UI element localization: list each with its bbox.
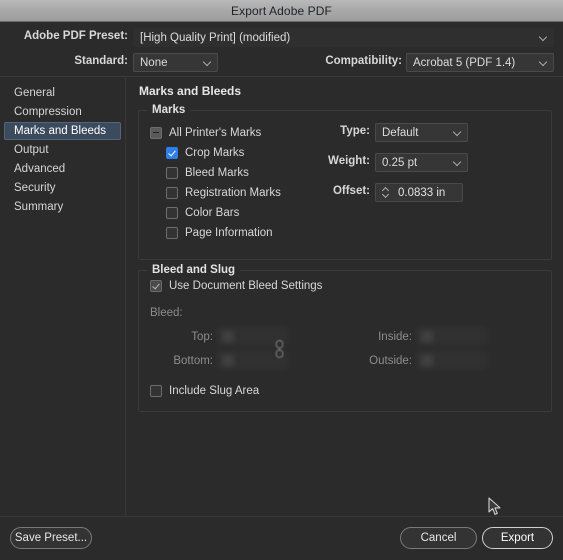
sidebar-item-advanced[interactable]: Advanced bbox=[4, 160, 121, 178]
bleed-inside-input[interactable] bbox=[417, 327, 487, 345]
marks-type-select[interactable]: Default bbox=[375, 123, 468, 142]
registration-marks-label: Registration Marks bbox=[185, 187, 281, 199]
chevron-down-icon bbox=[204, 58, 212, 66]
checkbox-checked-dim-icon bbox=[150, 280, 162, 292]
window-title: Export Adobe PDF bbox=[231, 4, 332, 18]
bleed-marks-checkbox[interactable]: Bleed Marks bbox=[166, 167, 249, 179]
chevron-down-icon bbox=[454, 158, 462, 166]
pane-title: Marks and Bleeds bbox=[139, 84, 241, 98]
weight-label: Weight: bbox=[311, 155, 370, 167]
checkbox-unchecked-icon bbox=[150, 385, 162, 397]
compatibility-row: Compatibility: bbox=[222, 55, 402, 67]
sidebar-item-compression[interactable]: Compression bbox=[4, 103, 121, 121]
checkbox-unchecked-icon bbox=[166, 207, 178, 219]
field-stub bbox=[222, 331, 234, 342]
include-slug-area-label: Include Slug Area bbox=[169, 385, 259, 397]
standard-value: None bbox=[140, 57, 168, 69]
field-stub bbox=[421, 331, 433, 342]
use-document-bleed-settings-label: Use Document Bleed Settings bbox=[169, 280, 322, 292]
crop-marks-label: Crop Marks bbox=[185, 147, 244, 159]
standard-row: Standard: bbox=[8, 55, 128, 67]
bleed-top-label: Top: bbox=[153, 331, 213, 343]
standard-label: Standard: bbox=[8, 55, 128, 67]
compatibility-value: Acrobat 5 (PDF 1.4) bbox=[413, 57, 515, 69]
checkbox-unchecked-icon bbox=[166, 167, 178, 179]
bleed-inside-label: Inside: bbox=[304, 331, 412, 343]
marks-type-value: Default bbox=[382, 127, 418, 139]
marks-and-bleeds-pane: Marks and Bleeds Marks All Printer's Mar… bbox=[127, 78, 563, 515]
checkbox-unchecked-icon bbox=[166, 187, 178, 199]
checkbox-mixed-icon bbox=[150, 127, 162, 139]
field-stub bbox=[222, 355, 234, 366]
offset-label: Offset: bbox=[311, 185, 370, 197]
include-slug-area-checkbox[interactable]: Include Slug Area bbox=[150, 385, 259, 397]
type-label: Type: bbox=[311, 125, 370, 137]
crop-marks-checkbox[interactable]: Crop Marks bbox=[166, 147, 244, 159]
cancel-button[interactable]: Cancel bbox=[400, 527, 477, 549]
checkbox-unchecked-icon bbox=[166, 227, 178, 239]
bleed-and-slug-group-title: Bleed and Slug bbox=[147, 264, 240, 276]
adobe-pdf-preset-select[interactable]: [High Quality Print] (modified) bbox=[133, 28, 554, 47]
export-button[interactable]: Export bbox=[482, 527, 553, 549]
marks-group: Marks All Printer's Marks Crop Marks Ble… bbox=[138, 110, 552, 260]
all-printers-marks-label: All Printer's Marks bbox=[169, 127, 261, 139]
use-document-bleed-settings-checkbox[interactable]: Use Document Bleed Settings bbox=[150, 280, 322, 292]
marks-group-title: Marks bbox=[147, 104, 190, 116]
page-information-checkbox[interactable]: Page Information bbox=[166, 227, 273, 239]
chevron-down-icon bbox=[540, 58, 548, 66]
export-adobe-pdf-dialog: Export Adobe PDF Adobe PDF Preset: [High… bbox=[0, 0, 563, 560]
preset-row: Adobe PDF Preset: bbox=[8, 30, 128, 42]
compatibility-select[interactable]: Acrobat 5 (PDF 1.4) bbox=[406, 53, 554, 72]
marks-weight-select[interactable]: 0.25 pt bbox=[375, 153, 468, 172]
window-titlebar[interactable]: Export Adobe PDF bbox=[0, 0, 563, 22]
registration-marks-checkbox[interactable]: Registration Marks bbox=[166, 187, 281, 199]
marks-offset-input[interactable]: 0.0833 in bbox=[375, 183, 463, 202]
compatibility-label: Compatibility: bbox=[325, 55, 402, 67]
marks-weight-value: 0.25 pt bbox=[382, 157, 417, 169]
settings-category-sidebar: General Compression Marks and Bleeds Out… bbox=[0, 78, 126, 515]
bleed-outside-input[interactable] bbox=[417, 351, 487, 369]
stepper-arrows-icon[interactable] bbox=[382, 186, 391, 200]
bleed-bottom-label: Bottom: bbox=[139, 355, 213, 367]
chevron-down-icon bbox=[540, 33, 548, 41]
sidebar-item-marks-and-bleeds[interactable]: Marks and Bleeds bbox=[4, 122, 121, 140]
page-information-label: Page Information bbox=[185, 227, 273, 239]
chevron-down-icon bbox=[454, 128, 462, 136]
checkbox-checked-icon bbox=[166, 147, 178, 159]
sidebar-item-security[interactable]: Security bbox=[4, 179, 121, 197]
bleed-marks-label: Bleed Marks bbox=[185, 167, 249, 179]
standard-select[interactable]: None bbox=[133, 53, 218, 72]
marks-offset-value: 0.0833 in bbox=[398, 187, 445, 199]
all-printers-marks-checkbox[interactable]: All Printer's Marks bbox=[150, 127, 261, 139]
bleed-label: Bleed: bbox=[150, 307, 183, 319]
sidebar-item-summary[interactable]: Summary bbox=[4, 198, 121, 216]
save-preset-button[interactable]: Save Preset... bbox=[10, 527, 92, 549]
preset-zone: Adobe PDF Preset: [High Quality Print] (… bbox=[0, 23, 563, 77]
bleed-outside-label: Outside: bbox=[304, 355, 412, 367]
adobe-pdf-preset-value: [High Quality Print] (modified) bbox=[140, 32, 290, 44]
sidebar-item-general[interactable]: General bbox=[4, 84, 121, 102]
bleed-and-slug-group: Bleed and Slug Use Document Bleed Settin… bbox=[138, 270, 552, 412]
sidebar-item-output[interactable]: Output bbox=[4, 141, 121, 159]
link-chain-icon[interactable] bbox=[274, 339, 285, 359]
preset-label: Adobe PDF Preset: bbox=[8, 30, 128, 42]
dialog-footer: Save Preset... Cancel Export bbox=[0, 516, 563, 560]
color-bars-label: Color Bars bbox=[185, 207, 239, 219]
field-stub bbox=[421, 355, 433, 366]
color-bars-checkbox[interactable]: Color Bars bbox=[166, 207, 239, 219]
